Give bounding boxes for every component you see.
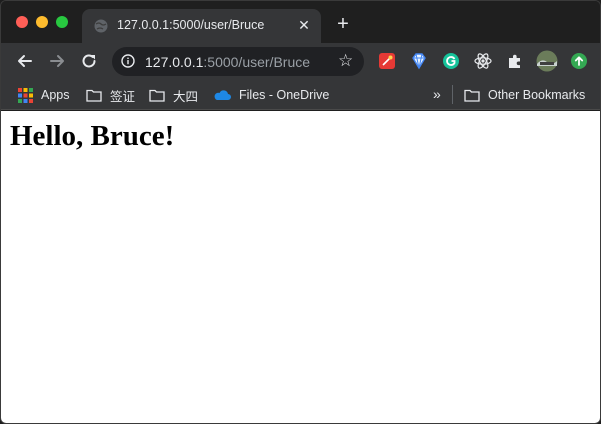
forward-arrow-icon[interactable] — [46, 50, 68, 72]
bookmark-other-label: Other Bookmarks — [488, 88, 586, 102]
address-bar[interactable]: 127.0.0.1:5000/user/Bruce ☆ — [112, 47, 364, 76]
back-arrow-icon[interactable] — [14, 50, 36, 72]
bookmark-folder-label: 大四 — [173, 89, 199, 104]
tab-close-icon[interactable]: ✕ — [296, 17, 312, 33]
tab-title: 127.0.0.1:5000/user/Bruce — [117, 18, 265, 32]
window-maximize-button[interactable] — [56, 16, 68, 28]
bookmark-onedrive-label: Files - OneDrive — [239, 88, 330, 102]
globe-icon — [94, 19, 108, 33]
new-tab-button[interactable]: + — [333, 14, 353, 34]
url-host: 127.0.0.1 — [145, 54, 204, 70]
reload-icon[interactable] — [78, 50, 100, 72]
onedrive-cloud-icon — [214, 90, 231, 100]
browser-window: 127.0.0.1:5000/user/Bruce ✕ + 127.0.0.1:… — [0, 0, 601, 424]
grammarly-icon[interactable] — [442, 52, 460, 70]
profile-avatar[interactable] — [536, 50, 558, 72]
bookmark-apps-label: Apps — [41, 88, 70, 102]
bookmark-apps[interactable]: Apps — [18, 86, 70, 104]
url-path: :5000/user/Bruce — [203, 54, 311, 70]
bookmark-folder-label: 签证 — [110, 89, 136, 104]
bookmark-other[interactable]: Other Bookmarks — [464, 86, 585, 104]
info-icon[interactable] — [121, 54, 135, 68]
bookmark-folder-senior[interactable]: 大四 — [149, 86, 198, 104]
bookmarks-overflow-icon[interactable]: » — [433, 86, 441, 102]
react-devtools-icon[interactable] — [474, 52, 492, 70]
page-content: Hello, Bruce! — [1, 111, 600, 423]
tab-strip: 127.0.0.1:5000/user/Bruce ✕ + — [1, 1, 600, 43]
diamond-extension-icon[interactable] — [410, 52, 428, 70]
page-heading: Hello, Bruce! — [10, 120, 175, 152]
bookmarks-bar: Apps 签证 大四 Files - OneDrive » Other Book… — [1, 80, 600, 110]
folder-icon — [464, 89, 480, 102]
puzzle-extensions-icon[interactable] — [506, 52, 524, 70]
folder-icon — [149, 89, 165, 102]
active-tab[interactable]: 127.0.0.1:5000/user/Bruce ✕ — [82, 9, 321, 43]
bookmark-folder-visa[interactable]: 签证 — [86, 86, 135, 104]
update-icon[interactable] — [570, 52, 588, 70]
bookmark-onedrive[interactable]: Files - OneDrive — [213, 86, 329, 104]
url-text[interactable]: 127.0.0.1:5000/user/Bruce — [145, 54, 310, 70]
window-close-button[interactable] — [16, 16, 28, 28]
sparkle-extension-icon[interactable] — [378, 52, 396, 70]
window-minimize-button[interactable] — [36, 16, 48, 28]
apps-grid-icon — [18, 87, 33, 103]
folder-icon — [86, 89, 102, 102]
toolbar: 127.0.0.1:5000/user/Bruce ☆ — [1, 43, 600, 80]
bookmark-star-icon[interactable]: ☆ — [338, 52, 353, 70]
bookmarks-divider — [452, 85, 453, 104]
